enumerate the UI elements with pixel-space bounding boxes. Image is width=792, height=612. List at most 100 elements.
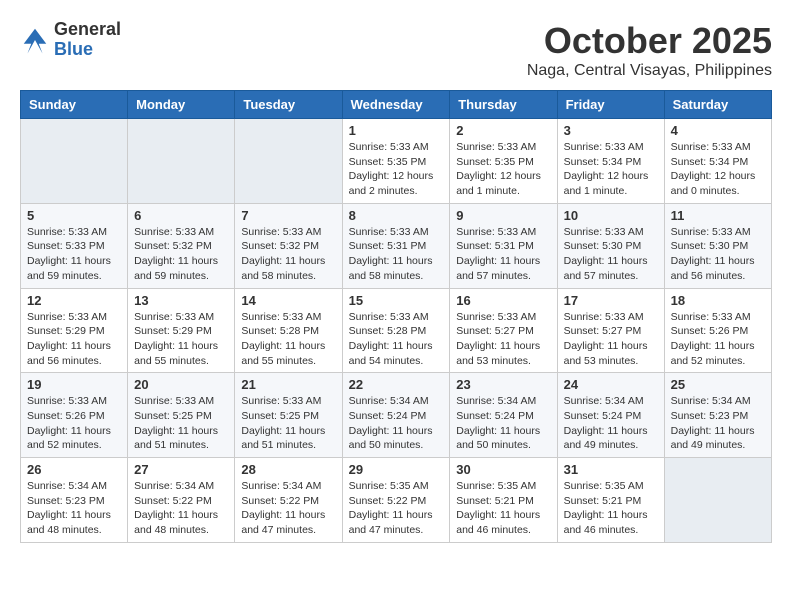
day-info: Sunrise: 5:33 AM Sunset: 5:25 PM Dayligh… [241, 394, 335, 453]
day-cell: 30 Sunrise: 5:35 AM Sunset: 5:21 PM Dayli… [450, 458, 557, 543]
header-day-wednesday: Wednesday [342, 91, 450, 119]
day-cell: 4Sunrise: 5:33 AM Sunset: 5:34 PM Daylig… [664, 119, 771, 204]
day-number: 24 [564, 377, 658, 392]
logo-general: General [54, 20, 121, 40]
day-info: Sunrise: 5:33 AM Sunset: 5:33 PM Dayligh… [27, 225, 121, 284]
day-number: 2 [456, 123, 550, 138]
day-info: Sunrise: 5:33 AM Sunset: 5:27 PM Dayligh… [456, 310, 550, 369]
day-cell: 5 Sunrise: 5:33 AM Sunset: 5:33 PM Daylig… [21, 203, 128, 288]
location: Naga, Central Visayas, Philippines [527, 62, 772, 80]
day-cell: 21Sunrise: 5:33 AM Sunset: 5:25 PM Dayli… [235, 373, 342, 458]
day-number: 7 [241, 208, 335, 223]
week-row-0: 1 Sunrise: 5:33 AM Sunset: 5:35 PM Daylig… [21, 119, 772, 204]
week-row-2: 12 Sunrise: 5:33 AM Sunset: 5:29 PM Dayli… [21, 288, 772, 373]
day-cell: 20 Sunrise: 5:33 AM Sunset: 5:25 PM Dayli… [128, 373, 235, 458]
day-cell: 3 Sunrise: 5:33 AM Sunset: 5:34 PM Daylig… [557, 119, 664, 204]
day-info: Sunrise: 5:33 AM Sunset: 5:32 PM Dayligh… [134, 225, 228, 284]
day-number: 9 [456, 208, 550, 223]
day-number: 28 [241, 462, 335, 477]
day-info: Sunrise: 5:33 AM Sunset: 5:29 PM Dayligh… [134, 310, 228, 369]
day-number: 11 [671, 208, 765, 223]
day-cell: 18Sunrise: 5:33 AM Sunset: 5:26 PM Dayli… [664, 288, 771, 373]
day-info: Sunrise: 5:34 AM Sunset: 5:22 PM Dayligh… [241, 479, 335, 538]
day-number: 6 [134, 208, 228, 223]
day-cell: 7Sunrise: 5:33 AM Sunset: 5:32 PM Daylig… [235, 203, 342, 288]
day-number: 12 [27, 293, 121, 308]
day-cell [128, 119, 235, 204]
day-cell: 12 Sunrise: 5:33 AM Sunset: 5:29 PM Dayli… [21, 288, 128, 373]
day-info: Sunrise: 5:33 AM Sunset: 5:34 PM Dayligh… [564, 140, 658, 199]
day-cell: 16 Sunrise: 5:33 AM Sunset: 5:27 PM Dayli… [450, 288, 557, 373]
day-cell [21, 119, 128, 204]
day-number: 10 [564, 208, 658, 223]
day-cell: 22 Sunrise: 5:34 AM Sunset: 5:24 PM Dayli… [342, 373, 450, 458]
day-number: 22 [349, 377, 444, 392]
day-number: 23 [456, 377, 550, 392]
day-number: 16 [456, 293, 550, 308]
day-cell: 2 Sunrise: 5:33 AM Sunset: 5:35 PM Daylig… [450, 119, 557, 204]
day-number: 20 [134, 377, 228, 392]
day-cell: 24 Sunrise: 5:34 AM Sunset: 5:24 PM Dayli… [557, 373, 664, 458]
header-day-tuesday: Tuesday [235, 91, 342, 119]
week-row-1: 5 Sunrise: 5:33 AM Sunset: 5:33 PM Daylig… [21, 203, 772, 288]
week-row-3: 19 Sunrise: 5:33 AM Sunset: 5:26 PM Dayli… [21, 373, 772, 458]
day-info: Sunrise: 5:33 AM Sunset: 5:30 PM Dayligh… [671, 225, 765, 284]
day-cell: 8 Sunrise: 5:33 AM Sunset: 5:31 PM Daylig… [342, 203, 450, 288]
day-info: Sunrise: 5:35 AM Sunset: 5:21 PM Dayligh… [456, 479, 550, 538]
day-info: Sunrise: 5:33 AM Sunset: 5:26 PM Dayligh… [27, 394, 121, 453]
day-cell: 26Sunrise: 5:34 AM Sunset: 5:23 PM Dayli… [21, 458, 128, 543]
day-info: Sunrise: 5:33 AM Sunset: 5:29 PM Dayligh… [27, 310, 121, 369]
day-info: Sunrise: 5:33 AM Sunset: 5:26 PM Dayligh… [671, 310, 765, 369]
title-block: October 2025 Naga, Central Visayas, Phil… [527, 20, 772, 80]
header-day-monday: Monday [128, 91, 235, 119]
day-cell: 9 Sunrise: 5:33 AM Sunset: 5:31 PM Daylig… [450, 203, 557, 288]
day-info: Sunrise: 5:35 AM Sunset: 5:22 PM Dayligh… [349, 479, 444, 538]
day-cell: 13 Sunrise: 5:33 AM Sunset: 5:29 PM Dayli… [128, 288, 235, 373]
month-title: October 2025 [527, 20, 772, 62]
day-number: 14 [241, 293, 335, 308]
page-header: General Blue October 2025 Naga, Central … [20, 20, 772, 80]
day-info: Sunrise: 5:33 AM Sunset: 5:31 PM Dayligh… [349, 225, 444, 284]
day-info: Sunrise: 5:33 AM Sunset: 5:35 PM Dayligh… [456, 140, 550, 199]
day-cell: 14 Sunrise: 5:33 AM Sunset: 5:28 PM Dayli… [235, 288, 342, 373]
day-info: Sunrise: 5:34 AM Sunset: 5:24 PM Dayligh… [349, 394, 444, 453]
header-day-sunday: Sunday [21, 91, 128, 119]
day-info: Sunrise: 5:33 AM Sunset: 5:30 PM Dayligh… [564, 225, 658, 284]
day-number: 5 [27, 208, 121, 223]
day-number: 4 [671, 123, 765, 138]
day-number: 1 [349, 123, 444, 138]
week-row-4: 26Sunrise: 5:34 AM Sunset: 5:23 PM Dayli… [21, 458, 772, 543]
day-number: 31 [564, 462, 658, 477]
day-info: Sunrise: 5:33 AM Sunset: 5:25 PM Dayligh… [134, 394, 228, 453]
calendar-header: SundayMondayTuesdayWednesdayThursdayFrid… [21, 91, 772, 119]
day-cell: 29Sunrise: 5:35 AM Sunset: 5:22 PM Dayli… [342, 458, 450, 543]
day-number: 27 [134, 462, 228, 477]
day-cell: 6 Sunrise: 5:33 AM Sunset: 5:32 PM Daylig… [128, 203, 235, 288]
day-info: Sunrise: 5:34 AM Sunset: 5:23 PM Dayligh… [671, 394, 765, 453]
day-cell [235, 119, 342, 204]
day-cell: 1Sunrise: 5:33 AM Sunset: 5:35 PM Daylig… [342, 119, 450, 204]
day-number: 15 [349, 293, 444, 308]
day-number: 19 [27, 377, 121, 392]
header-row: SundayMondayTuesdayWednesdayThursdayFrid… [21, 91, 772, 119]
day-info: Sunrise: 5:33 AM Sunset: 5:27 PM Dayligh… [564, 310, 658, 369]
day-cell: 11 Sunrise: 5:33 AM Sunset: 5:30 PM Dayli… [664, 203, 771, 288]
day-info: Sunrise: 5:33 AM Sunset: 5:31 PM Dayligh… [456, 225, 550, 284]
header-day-thursday: Thursday [450, 91, 557, 119]
day-cell [664, 458, 771, 543]
day-number: 17 [564, 293, 658, 308]
day-number: 30 [456, 462, 550, 477]
day-info: Sunrise: 5:34 AM Sunset: 5:24 PM Dayligh… [456, 394, 550, 453]
day-info: Sunrise: 5:33 AM Sunset: 5:28 PM Dayligh… [349, 310, 444, 369]
day-number: 25 [671, 377, 765, 392]
day-cell: 15 Sunrise: 5:33 AM Sunset: 5:28 PM Dayli… [342, 288, 450, 373]
day-number: 8 [349, 208, 444, 223]
day-number: 13 [134, 293, 228, 308]
day-cell: 28 Sunrise: 5:34 AM Sunset: 5:22 PM Dayli… [235, 458, 342, 543]
day-info: Sunrise: 5:34 AM Sunset: 5:22 PM Dayligh… [134, 479, 228, 538]
logo-icon [20, 25, 50, 55]
calendar-table: SundayMondayTuesdayWednesdayThursdayFrid… [20, 90, 772, 543]
day-info: Sunrise: 5:33 AM Sunset: 5:28 PM Dayligh… [241, 310, 335, 369]
day-info: Sunrise: 5:34 AM Sunset: 5:24 PM Dayligh… [564, 394, 658, 453]
day-number: 3 [564, 123, 658, 138]
